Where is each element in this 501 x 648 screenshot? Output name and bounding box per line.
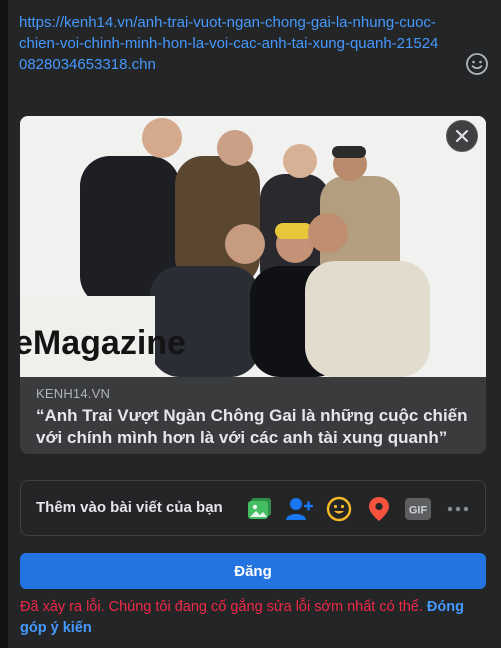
- check-in-icon[interactable]: [365, 495, 393, 523]
- error-text: Đã xảy ra lỗi. Chúng tôi đang cố gắng sử…: [20, 599, 423, 615]
- emagazine-overlay: eMagazine: [20, 324, 186, 362]
- smiley-icon[interactable]: [464, 51, 490, 77]
- link-preview-title: “Anh Trai Vượt Ngàn Chông Gai là những c…: [36, 406, 468, 447]
- error-message: Đã xảy ra lỗi. Chúng tôi đang cố gắng sử…: [20, 597, 490, 639]
- add-to-post-label: Thêm vào bài viết của bạn: [36, 499, 223, 516]
- link-preview-image[interactable]: eMagazine: [20, 116, 486, 377]
- svg-text:GIF: GIF: [409, 505, 428, 517]
- post-composer-panel: https://kenh14.vn/anh-trai-vuot-ngan-cho…: [8, 0, 501, 648]
- link-preview-domain: KENH14.VN: [36, 386, 111, 401]
- composer-text-url[interactable]: https://kenh14.vn/anh-trai-vuot-ngan-cho…: [19, 12, 439, 75]
- feeling-icon[interactable]: [325, 495, 353, 523]
- close-icon[interactable]: [446, 120, 478, 152]
- link-preview-card[interactable]: eMagazine KENH14.VN “Anh Trai Vượt Ngàn …: [20, 116, 486, 454]
- background-edge: [0, 0, 8, 648]
- more-icon[interactable]: [444, 495, 472, 523]
- photo-video-icon[interactable]: [246, 495, 274, 523]
- gif-icon[interactable]: GIF: [404, 495, 432, 523]
- tag-people-icon[interactable]: [285, 495, 313, 523]
- post-button[interactable]: Đăng: [20, 553, 486, 589]
- add-to-post-bar: Thêm vào bài viết của bạn GIF: [20, 480, 486, 536]
